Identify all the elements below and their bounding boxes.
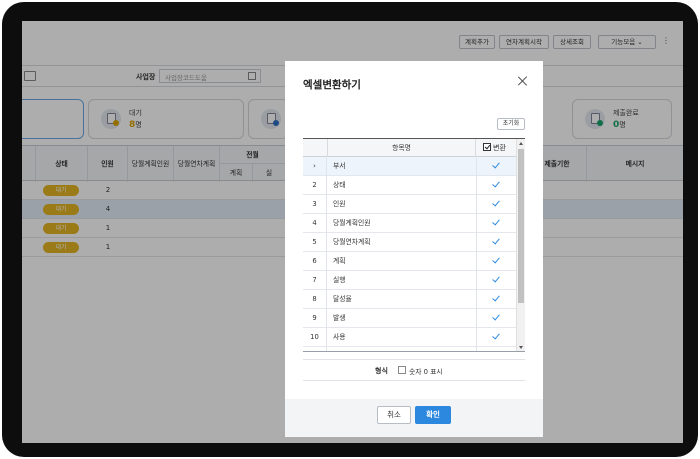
format-row: 형식 숫자 0 표시 [303,359,525,381]
list-item[interactable]: 11 잔여 [303,347,516,351]
item-name: 달성율 [333,295,352,303]
vertical-scrollbar[interactable] [516,139,525,351]
select-all-checkbox[interactable] [483,143,491,151]
row-number: 8 [303,290,327,309]
convert-checkbox[interactable] [476,252,516,271]
convert-checkbox[interactable] [476,195,516,214]
convert-checkbox[interactable] [476,347,516,351]
row-number: 3 [303,195,327,214]
column-select-table: 항목명 변환 › 부서 2 상태 3 인원 4 당월계획인원 5 당월연차계획 … [303,138,525,352]
column-convert: 변환 [476,139,516,157]
list-item[interactable]: 6 계획 [303,252,516,271]
check-icon [492,293,500,302]
convert-checkbox[interactable] [476,328,516,347]
convert-checkbox[interactable] [476,309,516,328]
reset-button[interactable]: 초기화 [497,118,525,130]
row-number: 2 [303,176,327,195]
check-icon [492,312,500,321]
device-bezel: 계획추가 연차계획시작 상세조회 기능모음 ⌄ ⋮ 사업장 사업장코드도움 대기… [2,2,698,457]
convert-checkbox[interactable] [476,176,516,195]
item-name: 사용 [333,333,346,341]
list-item[interactable]: › 부서 [303,157,516,176]
dialog-title: 엑셀변환하기 [303,79,361,91]
list-item[interactable]: 2 상태 [303,176,516,195]
cancel-button[interactable]: 취소 [377,406,411,424]
item-name: 당월연차계획 [333,238,371,246]
item-name: 잔여 [333,347,473,351]
list-item[interactable]: 5 당월연차계획 [303,233,516,252]
check-icon [492,255,500,264]
item-name: 인원 [333,200,346,208]
convert-checkbox[interactable] [476,157,516,176]
row-number: 9 [303,309,327,328]
column-item-name: 항목명 [327,139,476,157]
convert-checkbox[interactable] [476,290,516,309]
list-item[interactable]: 3 인원 [303,195,516,214]
list-item[interactable]: 8 달성율 [303,290,516,309]
check-icon [492,179,500,188]
show-zero-label[interactable]: 숫자 0 표시 [409,366,443,376]
check-icon [492,350,500,351]
row-number: 5 [303,233,327,252]
table-header: 항목명 변환 [303,139,525,157]
row-number: 4 [303,214,327,233]
scroll-thumb[interactable] [518,149,524,303]
list-item[interactable]: 7 실행 [303,271,516,290]
dialog-footer: 취소 확인 [285,399,543,437]
row-number: 11 [303,347,327,351]
item-name: 부서 [333,162,346,170]
check-icon [492,217,500,226]
scroll-down-icon[interactable] [519,346,523,349]
item-name: 발생 [333,314,346,322]
list-item[interactable]: 4 당월계획인원 [303,214,516,233]
excel-export-dialog: 엑셀변환하기 초기화 항목명 변환 › 부서 2 상태 3 인원 4 당월계획인… [285,61,543,437]
close-icon[interactable] [517,75,529,87]
convert-checkbox[interactable] [476,271,516,290]
check-icon [492,331,500,340]
convert-checkbox[interactable] [476,214,516,233]
row-number: 7 [303,271,327,290]
item-name: 실행 [333,276,346,284]
show-zero-checkbox[interactable] [398,366,406,374]
item-name: 당월계획인원 [333,219,371,227]
row-indicator-icon: › [303,157,327,176]
row-number: 6 [303,252,327,271]
item-name: 상태 [333,181,346,189]
item-name: 계획 [333,257,346,265]
check-icon [492,236,500,245]
scroll-up-icon[interactable] [519,142,523,145]
list-item[interactable]: 9 발생 [303,309,516,328]
format-label: 형식 [375,367,388,375]
page: 계획추가 연차계획시작 상세조회 기능모음 ⌄ ⋮ 사업장 사업장코드도움 대기… [0,0,700,459]
convert-checkbox[interactable] [476,233,516,252]
row-number: 10 [303,328,327,347]
check-icon [492,274,500,283]
screen: 계획추가 연차계획시작 상세조회 기능모음 ⌄ ⋮ 사업장 사업장코드도움 대기… [22,21,683,443]
list-item[interactable]: 10 사용 [303,328,516,347]
check-icon [492,198,500,207]
check-icon [492,160,500,169]
confirm-button[interactable]: 확인 [415,406,451,424]
